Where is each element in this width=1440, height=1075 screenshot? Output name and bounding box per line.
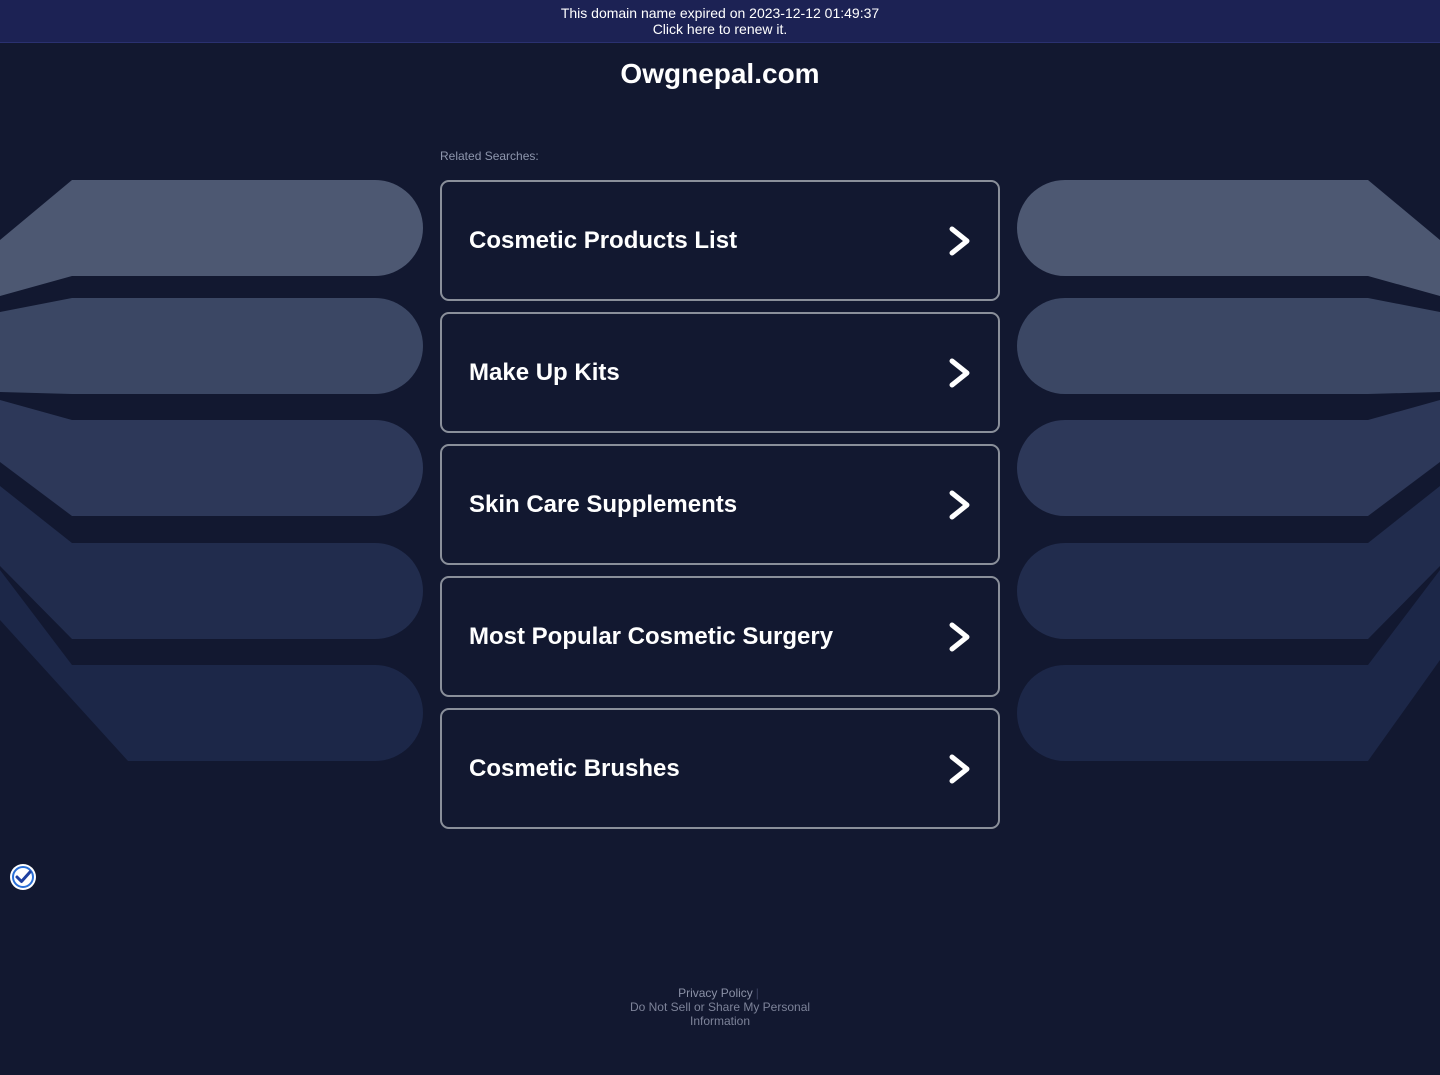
right-ribbons: [1017, 180, 1440, 761]
related-search-label: Cosmetic Products List: [469, 227, 738, 254]
site-title: Owgnepal.com: [620, 58, 820, 89]
renew-link[interactable]: Click here to renew it.: [0, 21, 1440, 37]
left-ribbon-1: [0, 180, 423, 296]
related-search-button[interactable]: Cosmetic Brushes: [440, 708, 1000, 829]
do-not-sell-link[interactable]: Do Not Sell or Share My Personal Informa…: [625, 1000, 815, 1028]
chevron-right-icon: [949, 754, 970, 784]
related-search-label: Skin Care Supplements: [469, 491, 738, 518]
expiry-notice: This domain name expired on 2023-12-12 0…: [560, 5, 880, 21]
chevron-right-icon: [949, 622, 970, 652]
privacy-policy-link[interactable]: Privacy Policy: [678, 986, 753, 1000]
related-searches-label: Related Searches:: [440, 149, 539, 163]
left-ribbon-3: [0, 400, 423, 516]
related-search-label: Make Up Kits: [469, 359, 620, 386]
left-ribbons: [0, 180, 423, 761]
related-search-button[interactable]: Make Up Kits: [440, 312, 1000, 433]
expiry-banner[interactable]: This domain name expired on 2023-12-12 0…: [0, 0, 1440, 43]
checkmark-badge-icon[interactable]: [9, 863, 37, 891]
related-search-button[interactable]: Most Popular Cosmetic Surgery: [440, 576, 1000, 697]
footer-separator: |: [755, 986, 759, 1000]
right-ribbon-3: [1017, 400, 1440, 516]
chevron-right-icon: [949, 490, 970, 520]
left-ribbon-2: [0, 298, 423, 394]
related-search-button[interactable]: Cosmetic Products List: [440, 180, 1000, 301]
right-ribbon-2: [1017, 298, 1440, 394]
right-ribbon-1: [1017, 180, 1440, 296]
footer: Privacy Policy | Do Not Sell or Share My …: [0, 986, 1440, 1028]
related-search-button[interactable]: Skin Care Supplements: [440, 444, 1000, 565]
chevron-right-icon: [949, 358, 970, 388]
related-search-label: Most Popular Cosmetic Surgery: [469, 623, 834, 650]
related-search-label: Cosmetic Brushes: [469, 755, 680, 782]
chevron-right-icon: [949, 226, 970, 256]
